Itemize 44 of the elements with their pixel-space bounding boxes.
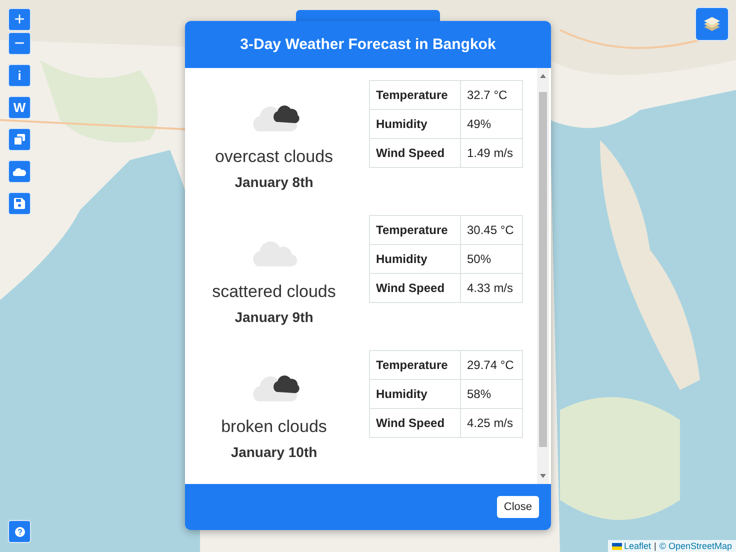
table-cell: Wind Speed bbox=[370, 408, 460, 438]
table-cell: 4.25 m/s bbox=[460, 408, 522, 438]
table-cell: Temperature bbox=[370, 80, 460, 110]
table-cell: Temperature bbox=[370, 350, 460, 380]
weather-condition: broken clouds bbox=[221, 417, 327, 437]
help-icon bbox=[14, 526, 24, 536]
zoom-in-button[interactable]: + bbox=[8, 8, 31, 31]
scrollbar[interactable] bbox=[537, 68, 549, 484]
table-cell: 29.74 °C bbox=[460, 350, 522, 380]
table-cell: Wind Speed bbox=[370, 274, 460, 302]
forecast-date: January 8th bbox=[234, 174, 314, 190]
forecast-date: January 9th bbox=[234, 309, 314, 325]
map-tool-button[interactable]: W bbox=[8, 96, 31, 119]
modal-title: 3-Day Weather Forecast in Bangkok bbox=[185, 21, 551, 68]
forecast-date: January 10th bbox=[230, 444, 318, 460]
cloud-icon bbox=[13, 166, 26, 176]
table-cell: 49% bbox=[460, 110, 522, 138]
table-cell: 1.49 m/s bbox=[460, 138, 522, 168]
weather-condition: scattered clouds bbox=[212, 282, 336, 302]
table-cell: Temperature bbox=[370, 216, 460, 244]
table-cell: 50% bbox=[460, 244, 522, 274]
table-cell: Humidity bbox=[370, 380, 460, 408]
layers-icon bbox=[702, 15, 722, 33]
separator: | bbox=[654, 541, 656, 551]
help-button[interactable] bbox=[8, 520, 31, 543]
leaflet-link[interactable]: Leaflet bbox=[624, 541, 651, 551]
layers-button[interactable] bbox=[695, 7, 729, 41]
table-cell: Humidity bbox=[370, 110, 460, 138]
zoom-out-button[interactable]: − bbox=[8, 32, 31, 55]
table-cell: 58% bbox=[460, 380, 522, 408]
table-cell: 30.45 °C bbox=[460, 216, 522, 244]
map-tool-button[interactable] bbox=[8, 160, 31, 183]
map-tool-button[interactable] bbox=[8, 128, 31, 151]
map-tool-button[interactable] bbox=[8, 192, 31, 215]
map-tool-button[interactable]: i bbox=[8, 64, 31, 87]
openstreetmap-link[interactable]: © OpenStreetMap bbox=[659, 541, 732, 551]
close-button[interactable]: Close bbox=[496, 496, 539, 518]
weather-condition: overcast clouds bbox=[214, 147, 334, 167]
table-cell: Humidity bbox=[370, 244, 460, 274]
table-cell: 32.7 °C bbox=[460, 80, 522, 110]
flag-icon bbox=[612, 542, 622, 550]
table-cell: Wind Speed bbox=[370, 138, 460, 168]
stacked-windows-icon bbox=[14, 134, 25, 145]
table-cell: 4.33 m/s bbox=[460, 274, 522, 302]
